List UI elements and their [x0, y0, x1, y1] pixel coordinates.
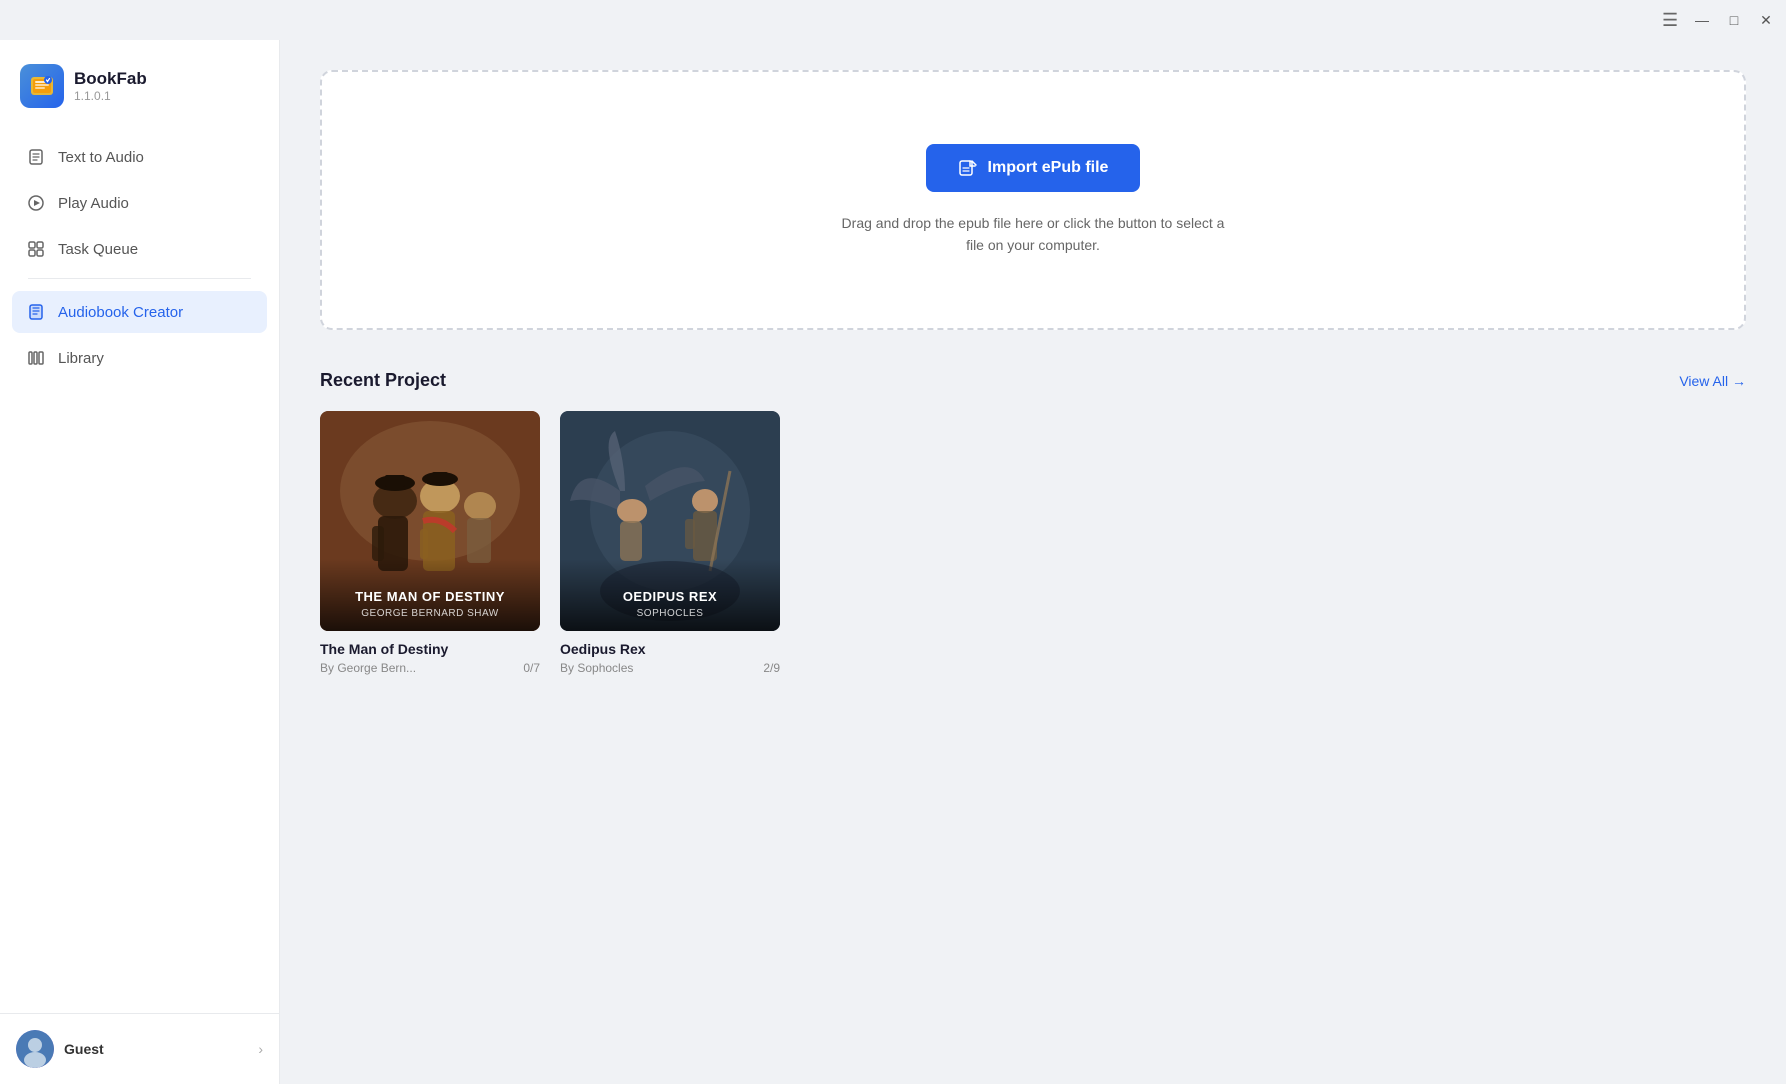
- app-layout: BookFab 1.1.0.1 Text to Audio: [0, 40, 1786, 1084]
- cover-title-1: THE MAN OF DESTINY: [332, 589, 528, 606]
- nav-library-label: Library: [58, 350, 104, 367]
- nav-text-to-audio-label: Text to Audio: [58, 149, 144, 166]
- sidebar-nav: Text to Audio Play Audio: [0, 136, 279, 1013]
- sidebar-divider: [28, 278, 251, 279]
- cover-author-1: GEORGE BERNARD SHAW: [332, 608, 528, 619]
- cover-overlay-1: THE MAN OF DESTINY GEORGE BERNARD SHAW: [320, 559, 540, 631]
- import-epub-button[interactable]: Import ePub file: [926, 144, 1141, 192]
- grid-icon: [26, 239, 46, 259]
- project-author-1: By George Bern...: [320, 661, 416, 675]
- minimize-button[interactable]: —: [1694, 12, 1710, 28]
- app-name: BookFab: [74, 69, 147, 89]
- project-meta-2: By Sophocles 2/9: [560, 661, 780, 675]
- document-icon: [26, 147, 46, 167]
- sidebar-item-task-queue[interactable]: Task Queue: [12, 228, 267, 270]
- project-author-2: By Sophocles: [560, 661, 633, 675]
- project-progress-2: 2/9: [763, 661, 780, 675]
- recent-title: Recent Project: [320, 370, 446, 391]
- project-grid: THE MAN OF DESTINY GEORGE BERNARD SHAW T…: [320, 411, 1746, 675]
- project-card-oedipus-rex[interactable]: OEDIPUS REX SOPHOCLES Oedipus Rex By Sop…: [560, 411, 780, 675]
- user-name: Guest: [64, 1041, 104, 1057]
- library-icon: [26, 348, 46, 368]
- project-progress-1: 0/7: [523, 661, 540, 675]
- sidebar-item-text-to-audio[interactable]: Text to Audio: [12, 136, 267, 178]
- cover-author-2: SOPHOCLES: [572, 608, 768, 619]
- cover-overlay-2: OEDIPUS REX SOPHOCLES: [560, 559, 780, 631]
- recent-section: Recent Project View All →: [320, 370, 1746, 1054]
- play-circle-icon: [26, 193, 46, 213]
- nav-task-queue-label: Task Queue: [58, 241, 138, 258]
- logo-text: BookFab 1.1.0.1: [74, 69, 147, 103]
- chevron-right-icon: ›: [258, 1041, 263, 1057]
- book-icon: [26, 302, 46, 322]
- app-logo: BookFab 1.1.0.1: [0, 40, 279, 136]
- drop-zone[interactable]: Import ePub file Drag and drop the epub …: [320, 70, 1746, 330]
- maximize-button[interactable]: □: [1726, 12, 1742, 28]
- user-info: Guest: [16, 1030, 104, 1068]
- app-version: 1.1.0.1: [74, 89, 147, 103]
- recent-header: Recent Project View All →: [320, 370, 1746, 391]
- nav-play-audio-label: Play Audio: [58, 195, 129, 212]
- logo-icon: [20, 64, 64, 108]
- user-profile[interactable]: Guest ›: [0, 1013, 279, 1084]
- import-button-label: Import ePub file: [988, 159, 1109, 177]
- sidebar-item-play-audio[interactable]: Play Audio: [12, 182, 267, 224]
- project-card-man-of-destiny[interactable]: THE MAN OF DESTINY GEORGE BERNARD SHAW T…: [320, 411, 540, 675]
- cover-oedipus-rex: OEDIPUS REX SOPHOCLES: [560, 411, 780, 631]
- avatar: [16, 1030, 54, 1068]
- window-controls: ☰ — □ ✕: [1662, 12, 1774, 28]
- view-all-link[interactable]: View All →: [1679, 373, 1746, 389]
- sidebar-item-audiobook-creator[interactable]: Audiobook Creator: [12, 291, 267, 333]
- nav-audiobook-creator-label: Audiobook Creator: [58, 304, 183, 321]
- project-name-1: The Man of Destiny: [320, 641, 540, 657]
- sidebar: BookFab 1.1.0.1 Text to Audio: [0, 40, 280, 1084]
- title-bar: ☰ — □ ✕: [0, 0, 1786, 40]
- main-content: Import ePub file Drag and drop the epub …: [280, 40, 1786, 1084]
- import-icon: [958, 158, 978, 178]
- cover-man-of-destiny: THE MAN OF DESTINY GEORGE BERNARD SHAW: [320, 411, 540, 631]
- sidebar-item-library[interactable]: Library: [12, 337, 267, 379]
- menu-button[interactable]: ☰: [1662, 12, 1678, 28]
- close-button[interactable]: ✕: [1758, 12, 1774, 28]
- project-name-2: Oedipus Rex: [560, 641, 780, 657]
- project-meta-1: By George Bern... 0/7: [320, 661, 540, 675]
- drop-hint-text: Drag and drop the epub file here or clic…: [833, 212, 1233, 257]
- cover-title-2: OEDIPUS REX: [572, 589, 768, 606]
